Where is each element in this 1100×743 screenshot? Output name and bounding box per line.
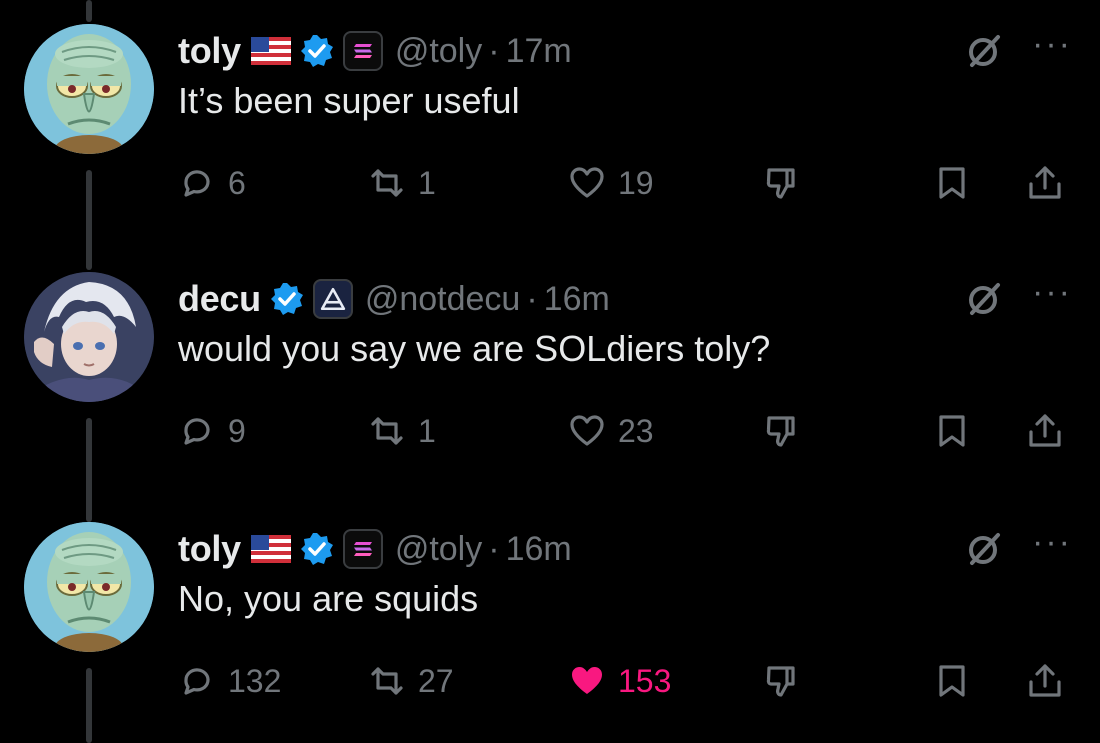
tweet-text: would you say we are SOLdiers toly?: [178, 328, 771, 369]
us-flag-icon: [250, 535, 291, 563]
tweet-text: No, you are squids: [178, 578, 479, 619]
grok-icon[interactable]: [964, 529, 1004, 569]
reply-icon: [184, 170, 210, 197]
more-options-icon[interactable]: ···: [1032, 525, 1072, 559]
tweet-header: toly @toly · 17m: [178, 24, 572, 78]
thread-line: [86, 668, 92, 743]
bookmark-icon: [939, 167, 965, 199]
tweet-header-actions: ···: [964, 522, 1072, 576]
like-count: 153: [618, 662, 672, 699]
grok-icon[interactable]: [964, 31, 1004, 71]
reply-count: 9: [228, 412, 246, 449]
tweet-actions: 9 1 23: [178, 406, 1078, 456]
tweet-header-actions: ···: [964, 272, 1072, 326]
tweet-header: decu @notdecu · 16m: [178, 272, 610, 326]
reply-icon: [184, 418, 210, 445]
solana-logo-icon[interactable]: [342, 31, 383, 71]
share-button[interactable]: [1026, 406, 1064, 456]
timestamp[interactable]: 17m: [506, 32, 572, 71]
like-count: 23: [618, 412, 654, 449]
timestamp[interactable]: 16m: [506, 530, 572, 569]
verified-badge-icon[interactable]: [299, 33, 335, 69]
reply-count: 6: [228, 164, 246, 201]
repost-count: 27: [418, 662, 454, 699]
share-button[interactable]: [1026, 158, 1064, 208]
separator: ·: [526, 279, 538, 318]
more-options-icon[interactable]: ···: [1032, 275, 1072, 309]
thumbs-down-icon: [766, 666, 795, 697]
reply-button[interactable]: 6: [178, 158, 246, 208]
reply-count: 132: [228, 662, 282, 699]
heart-icon: [570, 167, 604, 198]
repost-count: 1: [418, 412, 436, 449]
bookmark-icon: [939, 665, 965, 697]
dislike-button[interactable]: [763, 406, 801, 456]
verified-badge-icon[interactable]: [269, 281, 305, 317]
share-icon: [1029, 166, 1061, 199]
repost-button[interactable]: 27: [368, 656, 454, 706]
repost-button[interactable]: 1: [368, 158, 436, 208]
reply-button[interactable]: 132: [178, 656, 281, 706]
thread-line: [86, 170, 92, 270]
repost-icon: [371, 667, 403, 695]
bookmark-button[interactable]: [933, 158, 971, 208]
like-button[interactable]: 19: [568, 158, 654, 208]
repost-count: 1: [418, 164, 436, 201]
like-count: 19: [618, 164, 654, 201]
bookmark-button[interactable]: [933, 406, 971, 456]
like-button[interactable]: 23: [568, 406, 654, 456]
verified-badge-icon[interactable]: [299, 531, 335, 567]
heart-icon: [570, 415, 604, 446]
share-icon: [1029, 414, 1061, 447]
user-handle[interactable]: @toly: [395, 32, 482, 71]
us-flag-icon: [250, 37, 291, 65]
reply-button[interactable]: 9: [178, 406, 246, 456]
repost-button[interactable]: 1: [368, 406, 436, 456]
display-name[interactable]: decu: [178, 278, 261, 320]
like-button[interactable]: 153: [568, 656, 671, 706]
bookmark-button[interactable]: [933, 656, 971, 706]
grok-icon[interactable]: [964, 279, 1004, 319]
separator: ·: [488, 529, 500, 568]
user-handle[interactable]: @notdecu: [365, 280, 521, 319]
reply-icon: [184, 668, 210, 695]
solana-logo-icon[interactable]: [342, 529, 383, 569]
display-name[interactable]: toly: [178, 30, 241, 72]
share-button[interactable]: [1026, 656, 1064, 706]
thread-line: [86, 418, 92, 522]
avatar[interactable]: [24, 272, 154, 402]
avatar[interactable]: [24, 522, 154, 652]
thumbs-down-icon: [766, 168, 795, 199]
display-name[interactable]: toly: [178, 528, 241, 570]
tweet-actions: 6 1 19: [178, 158, 1078, 208]
share-icon: [1029, 664, 1061, 697]
heart-filled-icon: [572, 667, 602, 694]
separator: ·: [488, 31, 500, 70]
dislike-button[interactable]: [763, 656, 801, 706]
tweet-actions: 132 27 153: [178, 656, 1078, 706]
bookmark-icon: [939, 415, 965, 447]
more-options-icon[interactable]: ···: [1032, 27, 1072, 61]
thumbs-down-icon: [766, 416, 795, 447]
tweet-header: toly @toly · 16m: [178, 522, 572, 576]
thread-line: [86, 0, 92, 22]
timestamp[interactable]: 16m: [544, 280, 610, 319]
tweet-text: It’s been super useful: [178, 80, 520, 121]
repost-icon: [371, 169, 403, 197]
tweet-header-actions: ···: [964, 24, 1072, 78]
avatar[interactable]: [24, 24, 154, 154]
dislike-button[interactable]: [763, 158, 801, 208]
repost-icon: [371, 417, 403, 445]
triangle-logo-icon[interactable]: [312, 279, 353, 319]
user-handle[interactable]: @toly: [395, 530, 482, 569]
